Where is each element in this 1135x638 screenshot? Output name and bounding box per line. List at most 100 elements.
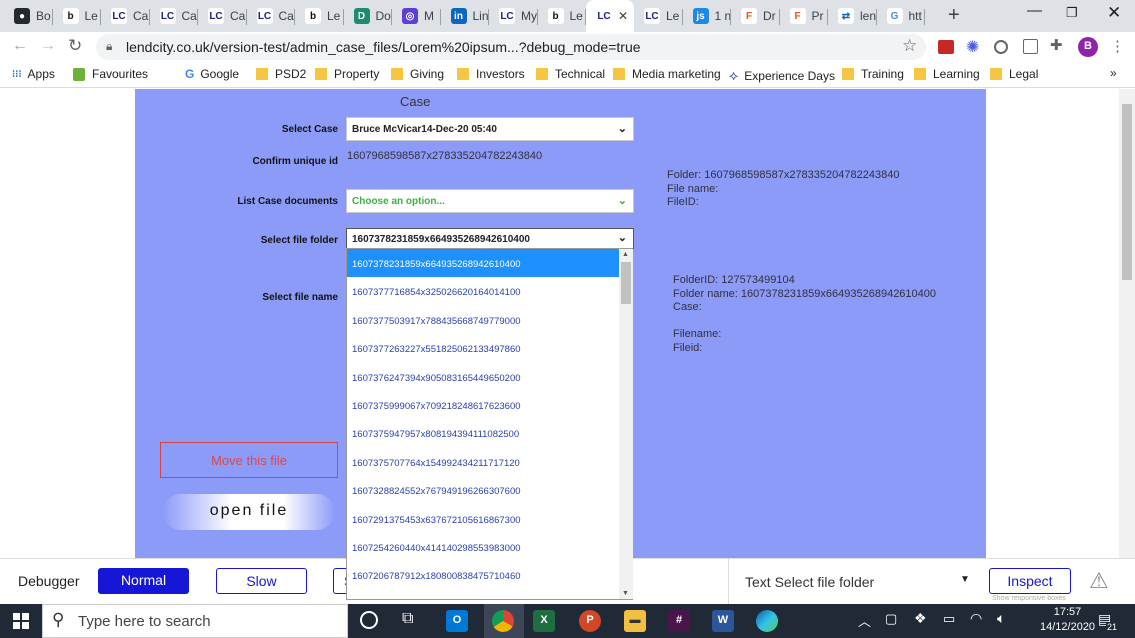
warning-icon[interactable]: ⚠ [1089,568,1109,594]
taskbar-clock[interactable]: 17:57 14/12/2020 [1040,605,1095,635]
lc-icon: LC [111,8,127,24]
bookmark-item[interactable]: Technical [536,67,605,81]
browser-tab[interactable]: Ghtt [877,2,925,30]
extension-circle-icon[interactable] [994,40,1008,54]
page-scrollbar-thumb[interactable] [1122,104,1132,280]
folder-option[interactable]: 1607291375453x637672105616867300 [347,505,632,533]
close-tab-icon[interactable]: ✕ [618,9,628,23]
new-tab-button[interactable]: + [948,4,960,27]
file-explorer-icon[interactable]: ▬ [624,610,646,632]
powerpoint-icon[interactable]: P [579,610,601,632]
wifi-icon[interactable]: ◠ [970,610,982,627]
options-scrollbar-thumb[interactable] [621,262,631,304]
slow-speed-button[interactable]: Slow [216,568,307,594]
bookmark-item[interactable]: Learning [914,67,980,81]
bookmark-item[interactable]: Favourites [73,67,148,81]
browser-tab[interactable]: ◎ M [392,2,441,30]
browser-tab[interactable]: LC Ca [198,2,247,30]
folder-option[interactable]: 1607376247394x905083165449650200 [347,363,632,391]
lock-icon: 🔒︎ [106,39,113,53]
bookmarks-overflow-icon[interactable]: » [1110,66,1117,80]
folder-option[interactable]: 1607375947957x808194394111082500 [347,419,632,447]
list-docs-dropdown[interactable]: Choose an option... ⌄ [346,189,634,213]
bookmark-item[interactable]: Media marketing [613,67,721,81]
browser-tab[interactable]: b Le [538,2,586,30]
profile-avatar[interactable]: B [1078,37,1098,57]
chrome-icon[interactable] [492,610,514,632]
folder-option[interactable]: 1607328824552x767949196266307600 [347,476,632,504]
browser-tab[interactable]: ● Bo [4,2,53,30]
word-icon[interactable]: W [712,610,734,632]
bookmark-item[interactable]: Giving [391,67,444,81]
bookmark-label: Favourites [92,67,149,81]
browser-tab[interactable]: b Le [295,2,344,30]
volume-icon[interactable]: 🔈︎ [997,610,1005,627]
browser-tab[interactable]: F Pr [780,2,828,30]
menu-kebab-icon[interactable]: ⋮ [1110,37,1125,55]
slack-icon[interactable]: # [668,610,690,632]
extension-gear-icon[interactable]: ✺ [966,37,979,57]
browser-tab[interactable]: F Dr [731,2,780,30]
excel-icon[interactable]: X [533,610,555,632]
scroll-up-arrow-icon[interactable]: ▲ [622,251,629,258]
folder-option[interactable]: 1607375999067x709218248617623600 [347,391,632,419]
folder-option[interactable]: 1607377503917x788435668749779000 [347,306,632,334]
scroll-down-arrow-icon[interactable]: ▼ [622,590,629,597]
forward-button[interactable]: → [40,37,56,55]
browser-tab[interactable]: LC My [489,2,538,30]
folder-option[interactable]: 1607375707764x154992434211717120 [347,448,632,476]
browser-tab[interactable]: js 1 n [683,2,731,30]
bookmark-item[interactable]: ⁝⁝⁝ Apps [12,67,55,81]
extension-square-icon[interactable] [1023,39,1038,54]
tray-chevron-icon[interactable]: ︿ [858,611,871,630]
close-window-button[interactable]: ✕ [1107,3,1121,23]
restore-button[interactable]: ❐ [1066,5,1078,21]
folder-option[interactable]: 1607377263227x551825062133497860 [347,334,632,362]
bookmark-item[interactable]: PSD2 [256,67,306,81]
back-button[interactable]: ← [12,37,28,55]
tab-title: Ca [278,9,294,23]
browser-tab[interactable]: in Lin [441,2,489,30]
browser-tab[interactable]: LC Ca [247,2,295,30]
bookmark-star-icon[interactable]: ☆ [902,36,917,56]
extensions-puzzle-icon[interactable]: ✚ [1050,36,1063,54]
chevron-down-icon[interactable]: ▼ [960,574,970,585]
open-file-button[interactable]: open file [163,494,335,530]
figma-icon: F [789,8,806,24]
edge-icon[interactable] [756,610,778,632]
browser-tab[interactable]: LC Ca [101,2,150,30]
bookmark-item[interactable]: G Google [185,67,239,81]
browser-tab[interactable]: D Do [344,2,392,30]
element-select-text[interactable]: Text Select file folder [745,574,874,590]
reload-button[interactable]: ↻ [68,36,82,56]
cortana-icon[interactable] [360,611,378,629]
browser-tab[interactable]: ⇄ len [828,2,877,30]
folder-option[interactable]: 1607254260440x414140298553983000 [347,533,632,561]
folder-option[interactable]: 1607377716854x325026620164014100 [347,277,632,305]
bookmark-item[interactable]: Legal [990,67,1038,81]
folder-option[interactable]: 1607206787912x180800838475710460 [347,561,632,589]
minimize-button[interactable]: — [1027,2,1042,19]
file-folder-dropdown[interactable]: 1607378231859x664935268942610400 ⌄ [346,228,634,249]
browser-tab[interactable]: LC ✕ [586,0,634,32]
tray-display-icon[interactable]: ▭ [943,611,955,627]
browser-tab[interactable]: LC Le [634,2,683,30]
bookmark-item[interactable]: ⟡ Experience Days [729,67,835,84]
outlook-icon[interactable]: O [446,610,468,632]
extension-red-icon[interactable] [938,40,954,54]
normal-speed-button[interactable]: Normal [98,568,189,594]
inspect-button[interactable]: Inspect [989,568,1071,594]
bookmark-item[interactable]: Investors [457,67,525,81]
windows-start-icon[interactable] [13,613,29,629]
tray-device-icon[interactable]: ▢ [885,611,897,627]
bookmark-item[interactable]: Training [842,67,904,81]
bookmark-item[interactable]: Property [315,67,379,81]
browser-tab[interactable]: LC Ca [150,2,198,30]
move-file-button[interactable]: Move this file [160,442,338,478]
dropbox-icon[interactable]: ❖ [914,610,927,627]
browser-tab[interactable]: b Le [53,2,101,30]
select-case-dropdown[interactable]: Bruce McVicar14-Dec-20 05:40 ⌄ [346,117,634,141]
task-view-icon[interactable]: ⧉ [402,610,413,628]
folder-option[interactable]: 1607378231859x664935268942610400 [347,249,632,278]
lc-icon: LC [596,8,612,24]
